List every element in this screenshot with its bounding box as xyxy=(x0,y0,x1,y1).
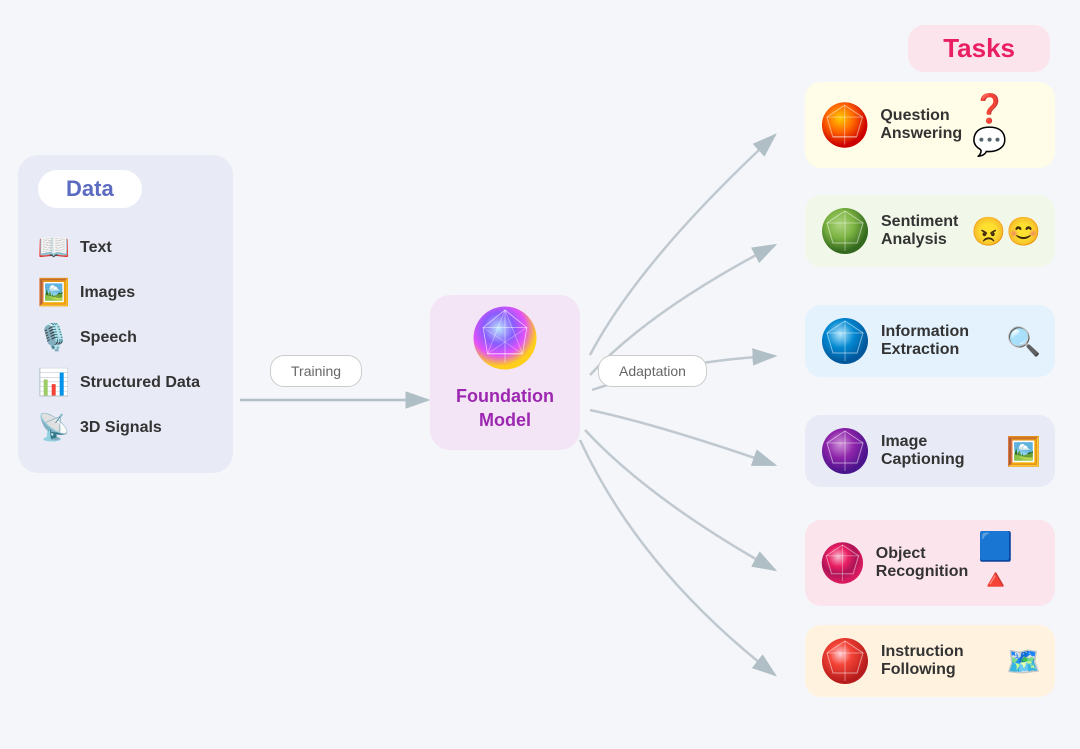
data-title: Data xyxy=(66,176,114,201)
qa-label: QuestionAnswering xyxy=(880,107,962,143)
task-card-or: ObjectRecognition 🟦🔺 xyxy=(805,520,1055,606)
task-card-if: InstructionFollowing 🗺️ xyxy=(805,625,1055,697)
3d-icon: 📡 xyxy=(36,412,72,443)
data-panel: Data 📖 Text 🖼️ Images 🎙️ Speech 📊 Struct… xyxy=(18,155,233,473)
data-title-box: Data xyxy=(38,170,142,208)
images-icon: 🖼️ xyxy=(36,277,72,308)
task-card-sa: SentimentAnalysis 😠😊 xyxy=(805,195,1055,267)
structured-icon: 📊 xyxy=(36,367,72,398)
ic-label: ImageCaptioning xyxy=(881,433,996,469)
data-item-text: 📖 Text xyxy=(28,228,223,267)
ie-globe-icon xyxy=(819,315,871,367)
task-card-ic: ImageCaptioning 🖼️ xyxy=(805,415,1055,487)
if-globe-icon xyxy=(819,635,871,687)
text-icon: 📖 xyxy=(36,232,72,263)
ie-emoji: 🔍 xyxy=(1006,325,1041,358)
or-label: ObjectRecognition xyxy=(876,545,968,581)
or-emoji: 🟦🔺 xyxy=(978,530,1041,596)
data-item-3d: 📡 3D Signals xyxy=(28,408,223,447)
sa-globe-icon xyxy=(819,205,871,257)
ie-label: InformationExtraction xyxy=(881,323,996,359)
foundation-model-box: FoundationModel xyxy=(430,295,580,450)
qa-emoji: ❓💬 xyxy=(972,92,1041,158)
ic-globe-icon xyxy=(819,425,871,477)
if-emoji: 🗺️ xyxy=(1006,645,1041,678)
or-globe-icon xyxy=(819,537,866,589)
training-label: Training xyxy=(270,355,362,387)
data-item-structured: 📊 Structured Data xyxy=(28,363,223,402)
tasks-title: Tasks xyxy=(943,33,1015,63)
adaptation-label: Adaptation xyxy=(598,355,707,387)
foundation-model-title: FoundationModel xyxy=(456,385,554,432)
speech-icon: 🎙️ xyxy=(36,322,72,353)
if-label: InstructionFollowing xyxy=(881,643,996,679)
ic-emoji: 🖼️ xyxy=(1006,435,1041,468)
task-card-ie: InformationExtraction 🔍 xyxy=(805,305,1055,377)
task-card-qa: QuestionAnswering ❓💬 xyxy=(805,82,1055,168)
sa-label: SentimentAnalysis xyxy=(881,213,961,249)
sa-emoji: 😠😊 xyxy=(971,215,1041,248)
data-item-images: 🖼️ Images xyxy=(28,273,223,312)
qa-globe-icon xyxy=(819,99,870,151)
data-item-speech: 🎙️ Speech xyxy=(28,318,223,357)
tasks-title-box: Tasks xyxy=(908,25,1050,72)
